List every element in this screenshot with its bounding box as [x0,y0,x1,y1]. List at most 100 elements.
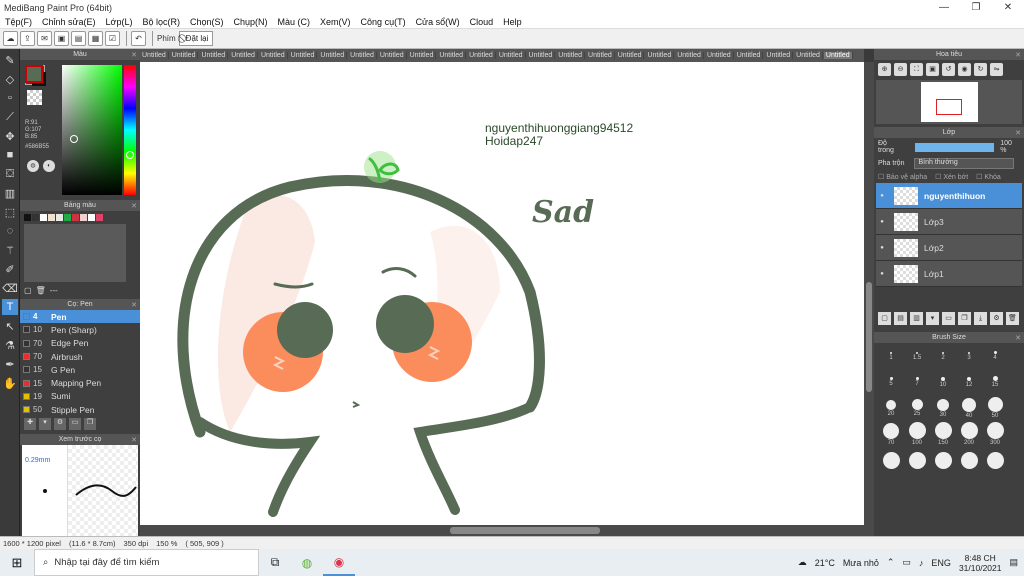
brush-item[interactable]: 10 Pen (Sharp) [20,323,140,336]
panel-close-icon[interactable]: ✕ [1015,334,1021,342]
panel-close-icon[interactable]: ✕ [131,436,137,444]
visibility-icon[interactable]: ● [876,261,888,287]
opacity-slider[interactable] [914,142,995,152]
palette-mode-icon[interactable]: ◍ [27,160,39,172]
panel-close-icon[interactable]: ✕ [131,202,137,210]
palette-swatch[interactable] [32,214,39,221]
visibility-icon[interactable]: ● [876,209,888,235]
layer-row[interactable]: ● Lớp3 [876,209,1022,235]
language[interactable]: ENG [931,558,951,568]
horizontal-scrollbar[interactable] [140,525,864,536]
magic-wand-tool-icon[interactable]: ⚚ [2,242,18,258]
delete-layer-icon[interactable]: 🗑 [1006,312,1019,325]
brush-item[interactable]: 15 G Pen [20,363,140,376]
brush-copy-icon[interactable]: ❐ [84,418,96,431]
foreground-color-swatch[interactable] [25,65,43,83]
horizontal-scroll-thumb[interactable] [450,527,600,534]
brush-size-option[interactable]: 1.5 [904,343,930,369]
brush-item[interactable]: 19 Sumi [20,390,140,403]
vertical-scroll-thumb[interactable] [866,282,872,392]
document-tab[interactable]: Untitled [586,52,615,59]
visibility-icon[interactable]: ● [876,183,888,209]
document-tab[interactable]: Untitled [378,52,407,59]
panel-close-icon[interactable]: ✕ [1015,51,1021,59]
menu-window[interactable]: Cửa sổ(W) [411,17,465,27]
brush-size-option[interactable] [904,447,930,473]
rotate-right-icon[interactable]: ↻ [974,63,987,76]
saturation-value-picker[interactable] [62,65,122,195]
visibility-icon[interactable]: ● [876,235,888,261]
lock-checkbox[interactable]: ☐ Khóa [976,173,1001,181]
cloud-icon[interactable]: ☁ [3,31,18,46]
brush-size-option[interactable] [878,447,904,473]
minimize-button[interactable]: — [928,2,960,13]
operation-tool-icon[interactable]: ↖ [2,318,18,334]
brush-size-option[interactable]: 12 [956,369,982,395]
notification-icon[interactable]: ▤ [1009,557,1018,568]
palette-swatch[interactable] [88,214,95,221]
text-tool-icon[interactable]: T [2,299,18,315]
clock[interactable]: 8:48 CH 31/10/2021 [959,553,1002,573]
maximize-button[interactable]: ❐ [960,2,992,13]
brush-folder-icon[interactable]: ▭ [69,418,81,431]
canvas[interactable]: Sad nguyenthihuonggiang94512 Hoidap247 [140,62,864,525]
gradient-tool-icon[interactable]: ▥ [2,185,18,201]
palette-swatch[interactable] [80,214,87,221]
document-tab[interactable]: Untitled [437,52,467,59]
add-page-icon[interactable]: ▢ [24,286,32,295]
medibang-taskbar-icon[interactable]: ◉ [323,549,355,576]
wheel-mode-icon[interactable]: ◐ [43,160,55,172]
brush-dropdown-icon[interactable]: ▾ [39,418,51,431]
eraser-tool-icon[interactable]: ◇ [2,71,18,87]
brush-tool-icon[interactable]: ✎ [2,52,18,68]
sv-picker-handle[interactable] [70,135,78,143]
palette-swatch[interactable] [40,214,47,221]
menu-select[interactable]: Chọn(S) [185,17,229,27]
clipping-checkbox[interactable]: ☐ Xén bớt [935,173,968,181]
brush-size-option[interactable]: 7 [904,369,930,395]
canvas-area[interactable]: Sad nguyenthihuonggiang94512 Hoidap247 [140,62,864,536]
document-tab[interactable]: Untitled [259,52,288,59]
document-tab[interactable]: Untitled [556,52,586,59]
hue-slider-handle[interactable] [126,151,134,159]
brush-size-option[interactable] [956,447,982,473]
select-pen-tool-icon[interactable]: ✐ [2,261,18,277]
document-tab[interactable]: Untitled [140,52,169,59]
undo-icon[interactable]: ↶ [131,31,146,46]
document-tab[interactable]: Untitled [823,52,853,59]
palette-swatch[interactable] [56,214,63,221]
zoom-out-icon[interactable]: ⊖ [894,63,907,76]
document-tab[interactable]: Untitled [675,52,704,59]
volume-icon[interactable]: ♪ [919,558,924,568]
app-icon[interactable]: ◍ [291,549,323,576]
document-tab[interactable]: Untitled [705,52,734,59]
palette-swatch[interactable] [48,214,55,221]
document-tab[interactable]: Untitled [170,52,199,59]
pen-tool-icon[interactable]: ✒ [2,356,18,372]
navigator-preview[interactable] [876,80,1022,124]
layer-row[interactable]: ● Lớp2 [876,235,1022,261]
document-tab[interactable]: Untitled [645,52,675,59]
menu-filter[interactable]: Bộ lọc(R) [137,17,185,27]
brush-size-option[interactable]: 100 [904,421,930,447]
brush-settings-icon[interactable]: ⚙ [54,418,66,431]
zoom-in-icon[interactable]: ⊕ [878,63,891,76]
brush-item[interactable]: 4 Pen [20,310,140,324]
brush-size-option[interactable]: 5 [878,369,904,395]
document-tab[interactable]: Untitled [527,52,556,59]
blend-select[interactable]: Bình thường [914,158,1015,169]
hand-tool-icon[interactable]: ✋ [2,375,18,391]
layer-row[interactable]: ● Lớp1 [876,261,1022,287]
document-tab[interactable]: Untitled [348,52,377,59]
panel-close-icon[interactable]: ✕ [131,51,137,59]
network-icon[interactable]: ▭ [902,557,911,568]
actual-size-icon[interactable]: ▣ [926,63,939,76]
layer-add-dropdown-icon[interactable]: ▾ [926,312,939,325]
select-eraser-tool-icon[interactable]: ⌫ [2,280,18,296]
new-8bit-layer-icon[interactable]: ▥ [910,312,923,325]
dot-tool-icon[interactable]: ▫ [2,90,18,106]
comment-icon[interactable]: ✉ [37,31,52,46]
bucket-tool-icon[interactable]: ⛋ [2,166,18,182]
menu-view[interactable]: Xem(V) [315,17,356,27]
brush-size-option[interactable]: 3 [956,343,982,369]
